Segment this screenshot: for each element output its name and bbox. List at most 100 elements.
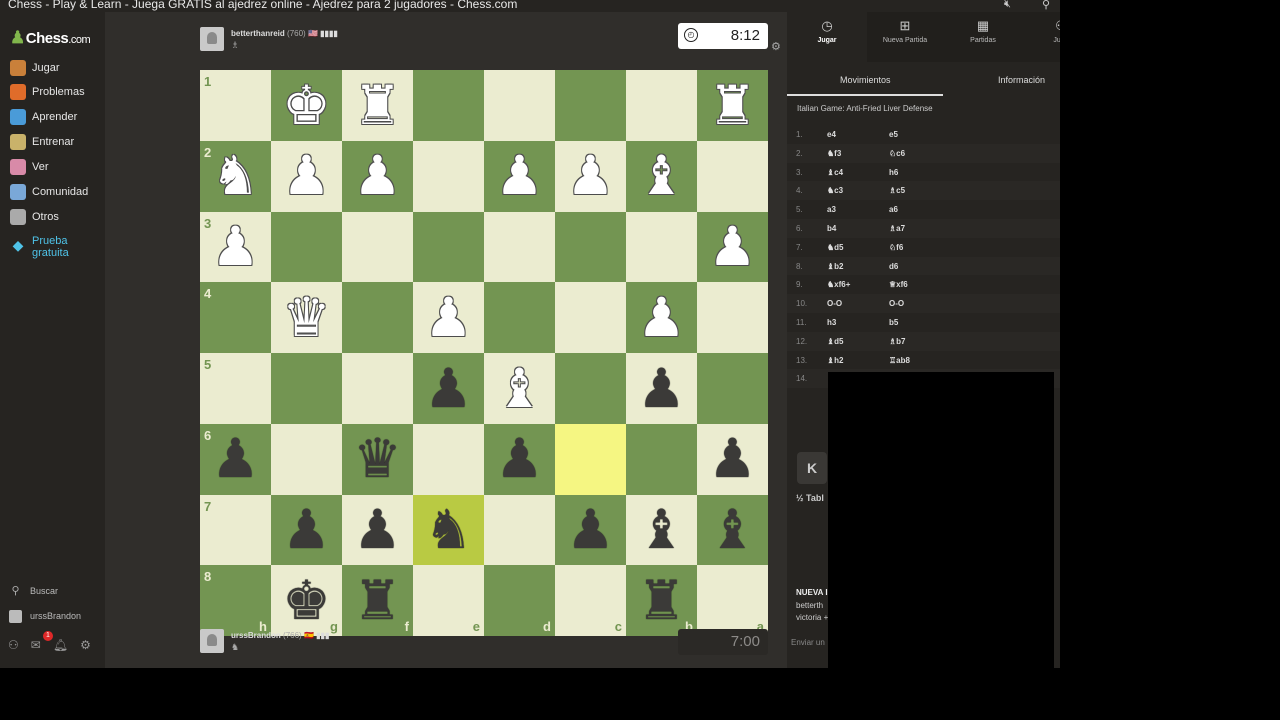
white-move[interactable]: ♞d5 (827, 243, 844, 252)
white-move[interactable]: b4 (827, 224, 836, 233)
board-square[interactable] (342, 282, 413, 353)
white-move[interactable]: e4 (827, 130, 836, 139)
board-square[interactable]: ♚︎ (271, 70, 342, 141)
black-rook-icon[interactable]: ♜︎ (342, 565, 413, 636)
white-pawn-icon[interactable]: ♟︎ (200, 212, 271, 283)
black-pawn-icon[interactable]: ♟︎ (342, 495, 413, 566)
mail-icon[interactable]: ✉ (31, 638, 41, 652)
board-square[interactable]: ♟︎ (555, 494, 626, 566)
white-rook-icon[interactable]: ♜︎ (342, 70, 413, 141)
mute-icon[interactable]: 🔇︎ (1004, 0, 1011, 11)
white-knight-icon[interactable]: ♞︎ (200, 141, 271, 212)
sidebar-item-jugar[interactable]: Jugar (0, 57, 105, 79)
board-square[interactable] (555, 353, 626, 424)
white-king-icon[interactable]: ♚︎ (271, 70, 342, 141)
board-square[interactable] (271, 211, 342, 283)
board-square[interactable] (697, 282, 768, 353)
board-square[interactable]: 4 (200, 282, 271, 353)
board-square[interactable]: 7 (200, 494, 271, 566)
sidebar-item-ver[interactable]: Ver (0, 156, 105, 178)
board-square[interactable]: 2 ♞︎ (200, 140, 271, 212)
board-square[interactable]: 6 ♟︎ (200, 423, 271, 495)
black-king-icon[interactable]: ♚︎ (271, 565, 342, 636)
black-pawn-icon[interactable]: ♟︎ (200, 424, 271, 495)
board-settings-icon[interactable]: ⚙ (771, 40, 781, 53)
board-square[interactable]: ♝︎ (626, 140, 697, 212)
board-square[interactable] (271, 353, 342, 424)
black-move[interactable]: ♘f6 (889, 243, 903, 252)
white-pawn-icon[interactable]: ♟︎ (271, 141, 342, 212)
board-square[interactable]: ♟︎ (413, 353, 484, 424)
board-square[interactable]: ♟︎ (271, 494, 342, 566)
board-square[interactable]: g ♚︎ (271, 565, 342, 636)
board-square[interactable]: ♛︎ (271, 282, 342, 353)
sidebar-item-trial[interactable]: ◆ Prueba gratuita (0, 235, 105, 265)
tab-informacion[interactable]: Información (998, 75, 1045, 85)
black-move[interactable]: ♖ab8 (889, 356, 910, 365)
board-square[interactable] (555, 211, 626, 283)
tab-partidas[interactable]: ▦ Partidas (943, 12, 1023, 62)
board-square[interactable]: ♜︎ (697, 70, 768, 141)
zoom-icon[interactable]: ⚲ (1042, 0, 1050, 11)
tab-movimientos[interactable]: Movimientos (840, 75, 891, 85)
board-square[interactable] (484, 494, 555, 566)
white-bishop-icon[interactable]: ♝︎ (484, 353, 555, 424)
board-square[interactable]: ♛︎ (342, 423, 413, 495)
tab-nueva-partida[interactable]: ⊞ Nueva Partida (865, 12, 945, 62)
white-move[interactable]: ♝c4 (827, 168, 843, 177)
settings-gear-icon[interactable]: ⚙ (80, 638, 91, 652)
board-square[interactable]: ♝︎ (626, 494, 697, 566)
white-bishop-icon[interactable]: ♝︎ (626, 141, 697, 212)
black-move[interactable]: e5 (889, 130, 898, 139)
board-square[interactable]: b ♜︎ (626, 565, 697, 636)
white-move[interactable]: ♝h2 (827, 356, 844, 365)
k-button[interactable]: K (797, 452, 827, 484)
board-square[interactable]: 8h (200, 565, 271, 636)
board-square[interactable]: ♟︎ (697, 211, 768, 283)
board-square[interactable]: e (413, 565, 484, 636)
board-square[interactable]: a (697, 565, 768, 636)
tab-juga[interactable]: ⚇ Juga (1021, 12, 1060, 62)
white-pawn-icon[interactable]: ♟︎ (697, 212, 768, 283)
black-move[interactable]: h6 (889, 168, 898, 177)
white-move[interactable]: ♞f3 (827, 149, 841, 158)
board-square[interactable]: ♜︎ (342, 70, 413, 141)
black-move[interactable]: ♕xf6 (889, 280, 908, 289)
black-bishop-icon[interactable]: ♝︎ (697, 495, 768, 566)
user-username[interactable]: urssBrandon (231, 631, 281, 640)
board-square[interactable]: ♟︎ (484, 140, 555, 212)
board-square[interactable] (413, 211, 484, 283)
white-move[interactable]: ♝b2 (827, 262, 844, 271)
white-pawn-icon[interactable]: ♟︎ (555, 141, 626, 212)
black-rook-icon[interactable]: ♜︎ (626, 565, 697, 636)
board-square[interactable] (342, 211, 413, 283)
board-square[interactable] (626, 423, 697, 495)
black-pawn-icon[interactable]: ♟︎ (697, 424, 768, 495)
board-square[interactable]: d (484, 565, 555, 636)
black-move[interactable]: b5 (889, 318, 898, 327)
white-move[interactable]: h3 (827, 318, 836, 327)
white-move[interactable]: a3 (827, 205, 836, 214)
sidebar-item-aprender[interactable]: Aprender (0, 106, 105, 128)
friends-icon[interactable]: ⚇ (8, 638, 19, 652)
sidebar-item-comunidad[interactable]: Comunidad (0, 181, 105, 203)
bell-icon[interactable]: 🔔︎ (53, 638, 68, 652)
board-square[interactable]: ♟︎ (484, 423, 555, 495)
chat-input[interactable]: Enviar un (791, 638, 825, 647)
draw-offer-button[interactable]: ½ Tabl (796, 493, 824, 503)
chess-board[interactable]: 1 ♚︎ ♜︎ ♜︎ 2 ♞︎ ♟︎ ♟︎ ♟︎ ♟︎ ♝︎ 3 ♟︎ ♟︎ 4 ♛︎ ♟︎ ♟︎ 5 ♟︎ ♝︎ ♟︎ 6… (200, 70, 768, 636)
board-square[interactable]: ♟︎ (342, 494, 413, 566)
board-square[interactable]: 3 ♟︎ (200, 211, 271, 283)
black-move[interactable]: ♗c5 (889, 186, 905, 195)
board-square[interactable]: 1 (200, 70, 271, 141)
black-move[interactable]: ♗a7 (889, 224, 905, 233)
black-pawn-icon[interactable]: ♟︎ (271, 495, 342, 566)
board-square[interactable] (413, 140, 484, 212)
board-square[interactable] (626, 211, 697, 283)
board-square[interactable]: ♟︎ (413, 282, 484, 353)
chesscom-logo[interactable]: ♟Chess.com (10, 28, 91, 48)
black-move[interactable]: O-O (889, 299, 904, 308)
board-square[interactable] (697, 353, 768, 424)
sidebar-search[interactable]: ⚲ Buscar (0, 582, 105, 600)
sidebar-item-problemas[interactable]: Problemas (0, 81, 105, 103)
